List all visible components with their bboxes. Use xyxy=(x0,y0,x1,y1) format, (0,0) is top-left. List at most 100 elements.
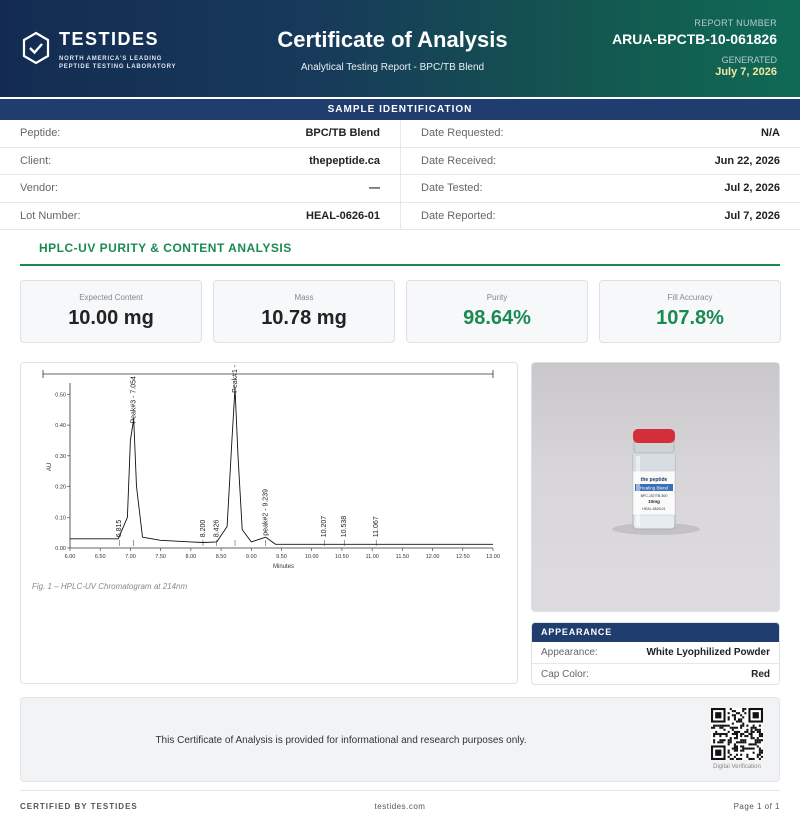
metric-card-purity: Purity 98.64% xyxy=(406,280,588,343)
x-tick-label: 10.00 xyxy=(305,554,319,560)
sample-vial-photo: the peptide Healing Blend BPC-157/TB-500… xyxy=(531,362,780,612)
footer-page-number: Page 1 of 1 xyxy=(733,802,780,811)
metric-label: Mass xyxy=(294,293,314,302)
x-tick-label: 12.00 xyxy=(426,554,440,560)
metric-card-mass: Mass 10.78 mg xyxy=(213,280,395,343)
x-tick-label: 6.00 xyxy=(65,554,76,560)
y-tick-label: 0.20 xyxy=(55,485,66,491)
date-received-label: Date Received: xyxy=(421,154,497,167)
metric-value: 10.78 mg xyxy=(261,307,347,329)
lot-number-value: HEAL-0626-01 xyxy=(306,209,380,222)
peptide-value: BPC/TB Blend xyxy=(305,127,380,139)
disclaimer-text: This Certificate of Analysis is provided… xyxy=(155,735,527,746)
page-subtitle: Analytical Testing Report - BPC/TB Blend xyxy=(300,62,485,73)
brand-name: TESTIDES xyxy=(59,29,160,49)
client-label: Client: xyxy=(20,154,52,167)
lot-number-label: Lot Number: xyxy=(20,209,81,222)
metric-value: 107.8% xyxy=(656,307,724,329)
peak-label: 10.538 xyxy=(341,516,348,538)
y-tick-label: 0.30 xyxy=(55,454,66,460)
y-tick-label: 0.10 xyxy=(55,515,66,521)
section-divider xyxy=(20,264,780,266)
metric-label: Fill Accuracy xyxy=(667,293,713,302)
date-tested-value: Jul 2, 2026 xyxy=(724,182,780,194)
generated-label: GENERATED xyxy=(721,55,777,65)
vial-brand: the peptide xyxy=(641,477,668,483)
qr-label: Digital Verification xyxy=(713,764,761,770)
footer-divider xyxy=(20,790,780,791)
cap-color-value: Red xyxy=(751,669,770,680)
vendor-value: — xyxy=(369,182,380,194)
x-tick-label: 8.50 xyxy=(216,554,227,560)
page-title: Certificate of Analysis xyxy=(277,27,508,52)
appearance-value: White Lyophilized Powder xyxy=(646,647,770,658)
metric-value: 10.00 mg xyxy=(68,307,154,329)
vial-dose: 10mg xyxy=(648,499,660,504)
date-tested-label: Date Tested: xyxy=(421,182,483,194)
x-tick-label: 11.50 xyxy=(396,554,409,560)
chromatogram-chart: 0.00 0.10 0.20 0.30 0.40 0.50 6.00 6.50 7.00 7.50… xyxy=(42,363,500,570)
brand-tagline-line1: NORTH AMERICA'S LEADING xyxy=(59,56,163,62)
date-received-value: Jun 22, 2026 xyxy=(714,154,780,167)
x-tick-label: 10.50 xyxy=(335,554,349,560)
y-axis-label: AU xyxy=(47,463,53,471)
peak-label: Peak#1 - 8.731 xyxy=(232,363,239,393)
report-header: TESTIDES NORTH AMERICA'S LEADING PEPTIDE… xyxy=(0,0,800,97)
vial-name: Healing Blend xyxy=(640,486,669,491)
qr-code-icon[interactable] xyxy=(711,708,763,760)
x-tick-label: 7.50 xyxy=(155,554,166,560)
x-tick-label: 9.50 xyxy=(276,554,287,560)
y-tick-label: 0.50 xyxy=(55,392,66,398)
peak-label: 8.200 xyxy=(200,520,207,538)
date-requested-value: N/A xyxy=(761,127,780,139)
appearance-title: APPEARANCE xyxy=(532,623,779,642)
figure-caption: Fig. 1 – HPLC-UV Chromatogram at 214nm xyxy=(32,582,188,591)
report-number: ARUA-BPCTB-10-061826 xyxy=(612,31,777,47)
footer-certified: CERTIFIED BY TESTIDES xyxy=(20,802,138,811)
client-value: thepeptide.ca xyxy=(309,154,380,167)
vial-lot: HEAL-0626-01 xyxy=(642,507,665,511)
x-tick-label: 12.50 xyxy=(456,554,470,560)
metric-label: Purity xyxy=(486,293,508,302)
x-tick-label: 7.00 xyxy=(125,554,136,560)
table-column-divider xyxy=(400,120,401,230)
metric-label: Expected Content xyxy=(79,293,143,302)
metric-value: 98.64% xyxy=(463,307,531,329)
vial-contents: BPC-157/TB-500 xyxy=(641,494,668,498)
chromatogram-panel: 0.00 0.10 0.20 0.30 0.40 0.50 6.00 6.50 7.00 7.50… xyxy=(20,362,518,684)
y-tick-label: 0.00 xyxy=(55,546,66,552)
x-tick-label: 6.50 xyxy=(95,554,106,560)
section-title: HPLC-UV PURITY & CONTENT ANALYSIS xyxy=(39,241,292,255)
appearance-label: Appearance: xyxy=(541,647,598,658)
x-axis-label: Minutes xyxy=(273,564,294,570)
brand-tagline: NORTH AMERICA'S LEADING PEPTIDE TESTING … xyxy=(59,55,199,71)
peak-label: 8.426 xyxy=(214,520,221,538)
date-reported-label: Date Reported: xyxy=(421,209,496,222)
footer-website[interactable]: testides.com xyxy=(300,802,500,811)
peak-label: 11.067 xyxy=(373,516,380,537)
disclaimer-panel: This Certificate of Analysis is provided… xyxy=(20,697,780,782)
date-requested-label: Date Requested: xyxy=(421,127,504,139)
x-tick-label: 9.00 xyxy=(246,554,257,560)
date-reported-value: Jul 7, 2026 xyxy=(724,209,780,222)
generated-date: July 7, 2026 xyxy=(715,66,777,78)
table-row: Cap Color: Red xyxy=(532,664,779,684)
metric-card-expected-content: Expected Content 10.00 mg xyxy=(20,280,202,343)
y-tick-label: 0.40 xyxy=(55,423,66,429)
report-number-label: REPORT NUMBER xyxy=(694,18,777,28)
peak-label: 10.207 xyxy=(321,516,328,538)
shield-check-icon xyxy=(22,31,50,65)
x-tick-label: 13.00 xyxy=(486,554,500,560)
vial-image: the peptide Healing Blend BPC-157/TB-500… xyxy=(612,429,700,535)
peptide-label: Peptide: xyxy=(20,127,61,139)
table-row: Appearance: White Lyophilized Powder xyxy=(532,642,779,664)
peak-label: 6.815 xyxy=(116,520,123,538)
sample-identification-band: SAMPLE IDENTIFICATION xyxy=(0,99,800,120)
x-tick-label: 11.00 xyxy=(365,554,378,560)
peak-label: Peak#3 - 7.054 xyxy=(131,376,138,424)
cap-color-label: Cap Color: xyxy=(541,669,589,680)
x-tick-label: 8.00 xyxy=(185,554,196,560)
peak-label: peak#2 - 9.239 xyxy=(263,489,270,536)
vendor-label: Vendor: xyxy=(20,182,58,194)
brand-tagline-line2: PEPTIDE TESTING LABORATORY xyxy=(59,64,177,70)
